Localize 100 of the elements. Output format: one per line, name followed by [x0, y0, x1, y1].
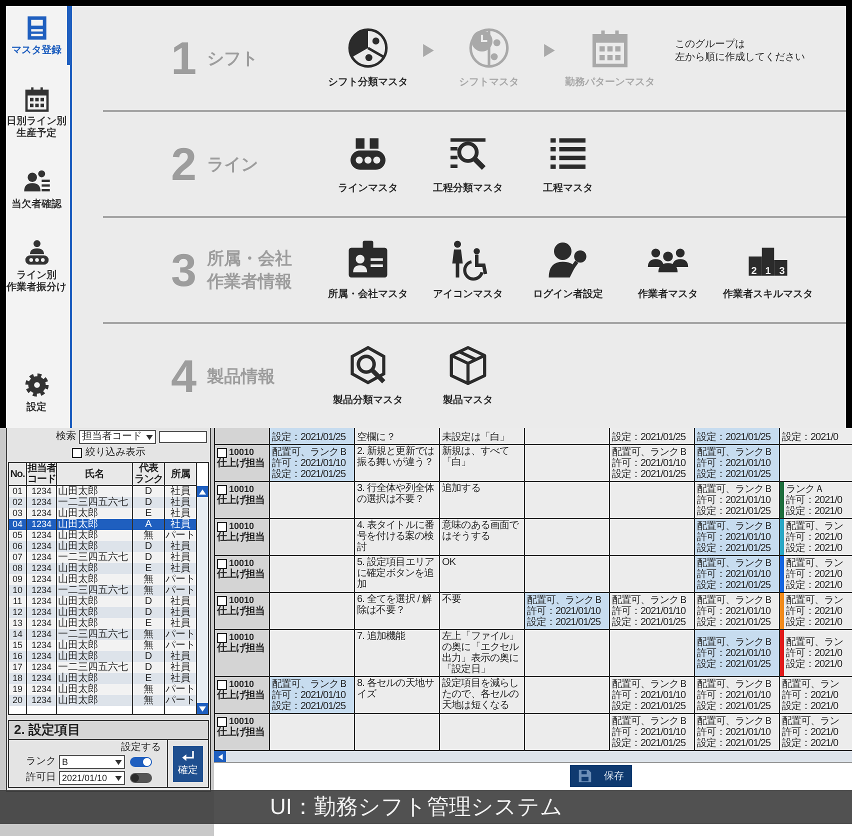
list-row[interactable]: 01 1234 山田太郎 D 社員: [9, 486, 197, 497]
master-item[interactable]: 作業者マスタ: [623, 239, 713, 301]
checkbox[interactable]: [217, 448, 227, 458]
search-field[interactable]: [159, 431, 207, 443]
list-row[interactable]: 02 1234 一二三四五六七 D 社員: [9, 497, 197, 508]
role-label: 仕上げ担当: [217, 569, 266, 580]
toggle-switch[interactable]: [130, 757, 152, 767]
hint-text: 左から順に作成してください: [675, 51, 805, 64]
list-row[interactable]: 12 1234 山田太郎 D 社員: [9, 607, 197, 618]
cell-text: 設定：2021/01/25: [272, 700, 347, 712]
list-row[interactable]: 19 1234 山田太郎 無 パート: [9, 684, 197, 695]
table-cell: 8. 各セルの天地サイズ: [355, 677, 439, 713]
section-title: 製品情報: [207, 366, 275, 388]
master-item[interactable]: シフト分類マスタ: [323, 27, 413, 89]
table-cell: 山田太郎: [57, 695, 133, 706]
staff-code: 10010: [229, 558, 254, 568]
master-item[interactable]: ラインマスタ: [323, 133, 413, 195]
sidebar-item[interactable]: 日別ライン別 生産予定: [6, 77, 72, 148]
sidebar-item[interactable]: 当欠者確認: [6, 160, 72, 219]
field-label: ランク: [25, 756, 56, 768]
master-item[interactable]: ログイン者設定: [523, 239, 613, 301]
checkbox[interactable]: [217, 632, 227, 642]
save-button[interactable]: 保存: [570, 765, 632, 787]
master-label: 作業者マスタ: [638, 288, 698, 301]
dropdown[interactable]: B: [59, 755, 125, 769]
cell-text: 設定：2021/0: [782, 738, 839, 748]
master-item[interactable]: 2 1 3 作業者スキルマスタ: [723, 239, 813, 301]
cell-text: 許可：2021/0: [782, 690, 839, 700]
checkbox[interactable]: [217, 596, 227, 606]
checkbox[interactable]: [217, 558, 227, 568]
role-label: 仕上げ担当: [217, 606, 266, 617]
list-row[interactable]: 04 1234 山田太郎 A 社員: [9, 519, 197, 530]
table-cell: 追加する: [440, 482, 524, 518]
cell-text: 設定：2021/0: [782, 432, 838, 443]
staff-code: 10010: [229, 521, 254, 532]
cell-text: 許可：2021/01/10: [527, 606, 602, 616]
cell-text: 配置可、ランクＢ: [697, 484, 773, 494]
table-cell: 無: [133, 695, 165, 706]
confirm-button[interactable]: 確定: [173, 746, 203, 782]
list-row[interactable]: 13 1234 山田太郎 E 社員: [9, 618, 197, 629]
master-item[interactable]: 工程マスタ: [523, 133, 613, 195]
sidebar-item[interactable]: 設定: [6, 363, 72, 422]
master-item[interactable]: 所属・会社マスタ: [323, 239, 413, 301]
cell-text: 設定：2021/01/25: [612, 738, 687, 748]
section-number: 1: [171, 31, 198, 85]
calendar-icon: [22, 85, 50, 113]
list-row[interactable]: 11 1234 山田太郎 D 社員: [9, 596, 197, 607]
list-row[interactable]: 14 1234 一二三四五六七 無 パート: [9, 629, 197, 640]
list-row[interactable]: 10 1234 一二三四五六七 無 パート: [9, 585, 197, 596]
scroll-up-button[interactable]: [197, 486, 208, 497]
list-row[interactable]: 17 1234 一二三四五六七 D 社員: [9, 662, 197, 673]
clock-icon: [468, 27, 510, 69]
vertical-scrollbar[interactable]: [197, 486, 208, 714]
cell-text: 許可：2021/01/10: [697, 648, 772, 658]
sidebar-item[interactable]: マスタ登録: [6, 6, 72, 65]
list-row[interactable]: 05 1234 山田太郎 無 パート: [9, 530, 197, 541]
list-row[interactable]: 06 1234 山田太郎 D 社員: [9, 541, 197, 552]
column-header: コード: [27, 474, 56, 485]
cell-text: 配置可、ランクＢ: [697, 636, 773, 648]
arrow-icon: [423, 44, 434, 56]
list-row[interactable]: 09 1234 山田太郎 無 パート: [9, 574, 197, 585]
role-label: 仕上げ担当: [217, 495, 266, 506]
section-number: 2: [171, 137, 198, 191]
master-item[interactable]: アイコンマスタ: [423, 239, 513, 301]
list-row[interactable]: 15 1234 山田太郎 無 パート: [9, 640, 197, 651]
master-item[interactable]: 製品マスタ: [423, 345, 513, 407]
up-arrow-icon: [199, 488, 206, 494]
cell-text: 許可：2021/0: [786, 648, 843, 658]
table-cell: 空欄に？: [355, 428, 439, 444]
dropdown[interactable]: 2021/01/10: [59, 771, 125, 785]
master-item[interactable]: 製品分類マスタ: [323, 345, 413, 407]
cell-text: 配置可、ラン: [786, 520, 843, 532]
checkbox[interactable]: [217, 522, 227, 532]
list-row[interactable]: 07 1234 一二三四五六七 D 社員: [9, 552, 197, 563]
scroll-left-button[interactable]: [214, 751, 226, 762]
section-number: 4: [171, 349, 198, 403]
dropdown[interactable]: 担当者コード: [79, 430, 156, 444]
list-row[interactable]: 18 1234 山田太郎 E 社員: [9, 673, 197, 684]
master-label: 作業者スキルマスタ: [723, 288, 813, 301]
master-item[interactable]: 工程分類マスタ: [423, 133, 513, 195]
sidebar-item[interactable]: ライン別 作業者振分け: [6, 231, 72, 302]
cell-text: 配置可、ランクＢ: [697, 716, 773, 726]
list-row[interactable]: 16 1234 山田太郎 D 社員: [9, 651, 197, 662]
sidebar-label: マスタ登録: [12, 45, 62, 57]
checkbox[interactable]: [217, 680, 227, 690]
checkbox[interactable]: [72, 448, 82, 458]
caret-icon: [115, 776, 122, 780]
checkbox[interactable]: [217, 484, 227, 494]
list-row[interactable]: 03 1234 山田太郎 E 社員: [9, 508, 197, 519]
table-cell: 7. 追加機能: [355, 630, 439, 676]
cell-text: 設定：2021/01/25: [272, 432, 346, 443]
scroll-down-button[interactable]: [197, 703, 208, 714]
list-row[interactable]: 08 1234 山田太郎 E 社員: [9, 563, 197, 574]
toggle-switch[interactable]: [130, 773, 152, 783]
cell-text: 許可：2021/0: [786, 568, 843, 580]
cell-text: 配置可、ランクＢ: [697, 558, 773, 568]
cell-text: 配置可、ラン: [782, 716, 839, 726]
horizontal-scrollbar[interactable]: [214, 751, 852, 763]
checkbox[interactable]: [217, 716, 227, 726]
list-row[interactable]: 20 1234 山田太郎 無 パート: [9, 695, 197, 706]
